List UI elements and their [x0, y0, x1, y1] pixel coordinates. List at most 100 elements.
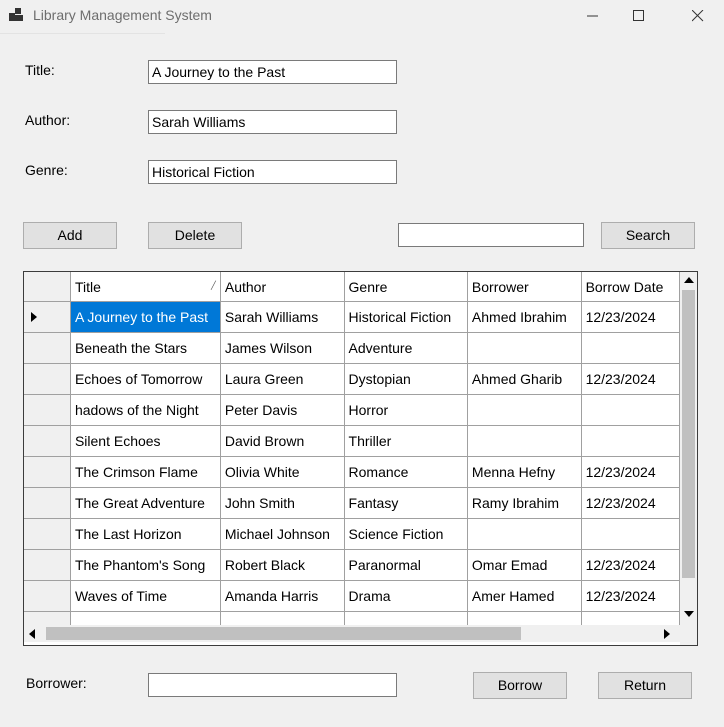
close-button[interactable] [675, 0, 721, 32]
table-cell[interactable]: Amanda Harris [220, 580, 345, 612]
table-cell[interactable]: Waves of Time [70, 580, 221, 612]
table-cell[interactable]: Robert Black [220, 549, 345, 581]
table-cell[interactable]: The Great Adventure [70, 487, 221, 519]
table-row[interactable]: Waves of Time Amanda Harris Drama Amer Hame… [24, 580, 680, 612]
table-cell[interactable]: The Phantom's Song [70, 549, 221, 581]
row-header[interactable] [24, 363, 71, 395]
table-cell[interactable]: The Crimson Flame [70, 456, 221, 488]
table-cell[interactable] [581, 394, 680, 426]
table-cell[interactable]: Omar Emad [467, 549, 582, 581]
table-cell[interactable]: 12/23/2024 [581, 363, 680, 395]
table-cell [467, 611, 582, 625]
row-header[interactable] [24, 301, 71, 333]
row-header[interactable] [24, 332, 71, 364]
table-cell[interactable]: Sarah Williams [220, 301, 345, 333]
scroll-down-icon[interactable] [684, 611, 694, 617]
column-header-borrow-date[interactable]: Borrow Date [581, 272, 680, 302]
row-header[interactable] [24, 580, 71, 612]
close-icon [692, 10, 704, 22]
table-cell[interactable]: Michael Johnson [220, 518, 345, 550]
table-cell[interactable]: 12/23/2024 [581, 580, 680, 612]
minimize-button[interactable] [570, 0, 616, 32]
table-cell[interactable]: Ramy Ibrahim [467, 487, 582, 519]
scroll-right-icon[interactable] [664, 629, 670, 639]
borrow-button[interactable]: Borrow [473, 672, 567, 699]
maximize-button[interactable] [616, 0, 662, 32]
table-cell[interactable]: The Last Horizon [70, 518, 221, 550]
genre-input[interactable] [148, 160, 397, 184]
table-cell[interactable] [467, 518, 582, 550]
table-cell[interactable]: James Wilson [220, 332, 345, 364]
table-cell[interactable]: John Smith [220, 487, 345, 519]
table-row[interactable]: Echoes of Tomorrow Laura Green Dystopian Ah… [24, 363, 680, 395]
scroll-up-icon[interactable] [684, 277, 694, 283]
table-row[interactable]: The Last Horizon Michael Johnson Science F… [24, 518, 680, 550]
row-header[interactable] [24, 549, 71, 581]
search-input[interactable] [398, 223, 584, 247]
table-row[interactable]: The Phantom's Song Robert Black Paranormal… [24, 549, 680, 581]
title-input[interactable] [148, 60, 397, 84]
table-row[interactable]: Silent Echoes David Brown Thriller [24, 425, 680, 457]
table-cell[interactable]: David Brown [220, 425, 345, 457]
table-cell[interactable]: Romance [344, 456, 468, 488]
table-cell[interactable]: Science Fiction [344, 518, 468, 550]
table-row[interactable]: The Great Adventure John Smith Fantasy Ramy… [24, 487, 680, 519]
table-cell[interactable]: Beneath the Stars [70, 332, 221, 364]
column-header-borrower[interactable]: Borrower [467, 272, 582, 302]
borrower-label: Borrower: [26, 675, 87, 691]
table-cell[interactable]: 12/23/2024 [581, 301, 680, 333]
row-header[interactable] [24, 518, 71, 550]
table-cell[interactable] [581, 425, 680, 457]
table-cell[interactable]: Historical Fiction [344, 301, 468, 333]
vertical-scrollbar[interactable] [680, 272, 697, 625]
vertical-scroll-thumb[interactable] [682, 290, 695, 578]
table-cell[interactable] [467, 425, 582, 457]
table-cell[interactable]: A Journey to the Past [70, 301, 221, 333]
table-row[interactable]: hadows of the Night Peter Davis Horror [24, 394, 680, 426]
table-cell[interactable]: Olivia White [220, 456, 345, 488]
row-header[interactable] [24, 425, 71, 457]
table-cell[interactable]: Peter Davis [220, 394, 345, 426]
add-button[interactable]: Add [23, 222, 117, 249]
table-cell[interactable]: hadows of the Night [70, 394, 221, 426]
table-cell[interactable]: Menna Hefny [467, 456, 582, 488]
delete-button[interactable]: Delete [148, 222, 242, 249]
horizontal-scroll-thumb[interactable] [46, 627, 521, 640]
table-cell[interactable]: Ahmed Ibrahim [467, 301, 582, 333]
table-cell[interactable] [581, 518, 680, 550]
row-header[interactable] [24, 394, 71, 426]
table-cell[interactable] [581, 332, 680, 364]
table-cell[interactable]: Laura Green [220, 363, 345, 395]
table-cell[interactable]: Silent Echoes [70, 425, 221, 457]
table-cell[interactable] [467, 332, 582, 364]
author-input[interactable] [148, 110, 397, 134]
column-header-title[interactable]: Title ╱ [70, 272, 221, 302]
table-row[interactable]: A Journey to the Past Sarah Williams Histo… [24, 301, 680, 333]
row-header[interactable] [24, 456, 71, 488]
return-button[interactable]: Return [598, 672, 692, 699]
horizontal-scrollbar[interactable] [24, 625, 680, 642]
table-cell[interactable]: Fantasy [344, 487, 468, 519]
table-cell[interactable]: Drama [344, 580, 468, 612]
table-cell[interactable]: Thriller [344, 425, 468, 457]
row-header[interactable] [24, 487, 71, 519]
table-cell[interactable]: Amer Hamed [467, 580, 582, 612]
table-cell[interactable]: Paranormal [344, 549, 468, 581]
table-cell[interactable] [467, 394, 582, 426]
table-cell[interactable]: Adventure [344, 332, 468, 364]
scroll-left-icon[interactable] [29, 629, 35, 639]
table-row[interactable]: Beneath the Stars James Wilson Adventure [24, 332, 680, 364]
borrower-input[interactable] [148, 673, 397, 697]
column-header-author[interactable]: Author [220, 272, 345, 302]
table-cell[interactable]: Horror [344, 394, 468, 426]
table-row[interactable]: The Crimson Flame Olivia White Romance Menn… [24, 456, 680, 488]
table-cell[interactable]: 12/23/2024 [581, 456, 680, 488]
search-button[interactable]: Search [601, 222, 695, 249]
table-cell[interactable]: Dystopian [344, 363, 468, 395]
table-cell[interactable]: 12/23/2024 [581, 549, 680, 581]
table-cell[interactable]: Echoes of Tomorrow [70, 363, 221, 395]
table-cell[interactable]: 12/23/2024 [581, 487, 680, 519]
column-header-genre[interactable]: Genre [344, 272, 468, 302]
books-grid[interactable]: Title ╱ Author Genre Borrower Borrow Date A J… [23, 271, 698, 646]
table-cell[interactable]: Ahmed Gharib [467, 363, 582, 395]
